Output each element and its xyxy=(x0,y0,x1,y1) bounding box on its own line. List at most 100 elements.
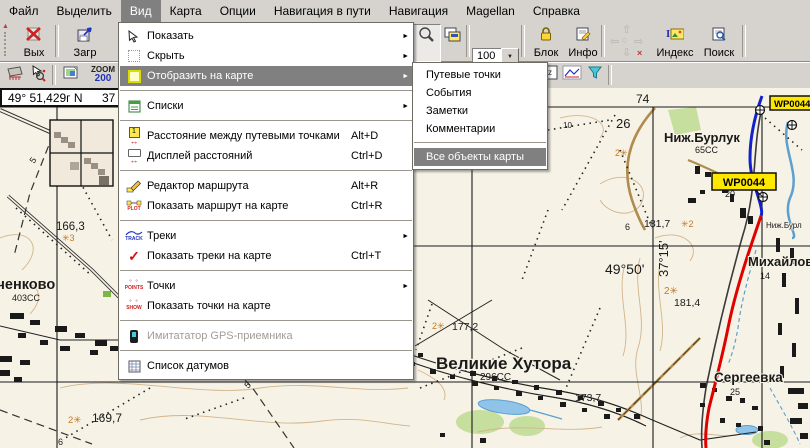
lock-button[interactable]: Блок xyxy=(526,24,566,60)
menu-item-tracks[interactable]: TRACK Треки ► xyxy=(120,226,412,246)
pan-down-icon: ⇩ xyxy=(622,46,631,59)
route-editor-pencil-icon xyxy=(121,180,147,193)
number-14: 14 xyxy=(760,271,770,281)
datum-table-icon xyxy=(121,360,147,373)
pan-arrows-control: ⇧ ⇦ ⇨ ○ ⇩ × xyxy=(606,25,648,59)
measure-button[interactable] xyxy=(2,64,28,88)
windmill-symbol-a: ✳2 xyxy=(681,219,694,229)
latitude-grid-label: 49°50' xyxy=(605,261,644,277)
grid-number-74: 74 xyxy=(636,92,650,106)
info-page-icon xyxy=(574,25,592,42)
toolbar-drag-handle[interactable]: ▲ xyxy=(3,25,9,57)
overlapping-pages-icon xyxy=(443,25,461,42)
info-button[interactable]: Инфо xyxy=(563,24,603,60)
submenu-arrow-icon: ► xyxy=(397,103,411,110)
funnel-icon xyxy=(587,65,603,84)
number-20: 20 xyxy=(725,189,735,199)
grid-number-26: 26 xyxy=(616,116,630,131)
menu-options[interactable]: Опции xyxy=(211,0,265,22)
menu-magellan[interactable]: Magellan xyxy=(457,0,524,22)
maps-button[interactable] xyxy=(438,24,466,60)
windmill-symbol-b: 2✳ xyxy=(615,148,628,158)
menu-item-show[interactable]: Показать ► xyxy=(120,26,412,46)
waypoint-label-wp0044-top[interactable]: WP0044 xyxy=(774,99,810,110)
display-on-map-submenu: Путевые точки События Заметки Комментари… xyxy=(412,62,548,170)
menu-item-hide[interactable]: Скрыть ► xyxy=(120,46,412,66)
pointer-zoom-button[interactable] xyxy=(26,64,52,88)
menu-navigation[interactable]: Навигация xyxy=(380,0,457,22)
windmill-symbol-d: ✳3 xyxy=(62,233,75,243)
village-ochenkovo-pop: 403СС xyxy=(12,293,41,303)
magnifier-preview xyxy=(50,120,113,186)
submenu-arrow-icon: ► xyxy=(397,73,411,80)
elevation-181-4: 181,4 xyxy=(674,297,700,309)
number-10: 10 xyxy=(563,121,572,130)
track-icon: TRACK xyxy=(121,230,147,242)
search-button[interactable]: Поиск xyxy=(698,24,740,60)
village-nizh-burluk: Ниж.Бурлук xyxy=(664,130,740,145)
yellow-square-icon xyxy=(121,70,147,83)
menu-item-show-route[interactable]: PLOT Показать маршрут на карте Ctrl+R xyxy=(120,196,412,216)
elevation-173-7: 173,7 xyxy=(575,392,601,404)
menu-item-waypoint-distance[interactable]: 1 ↔ Расстояние между путевыми точками Al… xyxy=(120,126,412,146)
index-label: Индекс xyxy=(657,48,694,59)
submenu-item-comments[interactable]: Комментарии xyxy=(414,120,546,138)
boundary-number-5a: 5 xyxy=(27,155,38,165)
menu-help[interactable]: Справка xyxy=(524,0,589,22)
submenu-arrow-icon: ► xyxy=(397,233,411,240)
elevation-177-2: 177,2 xyxy=(452,321,478,333)
picture-icon xyxy=(62,65,80,84)
handle-arrow-icon: ▲ xyxy=(2,23,9,30)
longitude-grid-label: 37°15' xyxy=(656,240,671,277)
windmill-symbol-c: 2✳ xyxy=(664,286,678,297)
number-25: 25 xyxy=(730,387,740,397)
village-nizh-burluk-pop: 65СС xyxy=(695,145,719,155)
submenu-item-all-map-objects[interactable]: Все объекты карты xyxy=(414,148,546,166)
menu-file[interactable]: Файл xyxy=(0,0,48,22)
waypoint-label-wp0044[interactable]: WP0044 xyxy=(723,177,766,189)
info-label: Инфо xyxy=(568,48,597,59)
pan-close-icon[interactable]: × xyxy=(637,48,642,58)
boundary-number-6b: 6 xyxy=(58,437,63,447)
menu-view[interactable]: Вид xyxy=(121,0,161,22)
menu-item-route-editor[interactable]: Редактор маршрута Alt+R xyxy=(120,176,412,196)
zoom-scale-value: 200 xyxy=(88,74,118,84)
image-button[interactable] xyxy=(57,64,85,88)
elevation-166-3: 166,3 xyxy=(56,221,85,233)
distance-display-icon: ↔ xyxy=(121,149,147,164)
menu-item-datum-list[interactable]: Список датумов xyxy=(120,356,412,376)
submenu-item-notes[interactable]: Заметки xyxy=(414,102,546,120)
search-label: Поиск xyxy=(704,48,734,59)
magnifier-button[interactable] xyxy=(411,24,441,62)
elevation-181-7: 181,7 xyxy=(644,218,670,230)
menu-item-points[interactable]: ° ° POINTS Точки ► xyxy=(120,276,412,296)
exit-button[interactable]: Вых xyxy=(12,24,56,60)
padlock-icon xyxy=(537,25,555,42)
menubar: Файл Выделить Вид Карта Опции Навигация … xyxy=(0,0,810,22)
latitude-value: 49° 51,429г N xyxy=(8,91,83,105)
village-velikie-pop: 296СС xyxy=(480,372,511,383)
pan-left-icon: ⇦ xyxy=(610,35,619,48)
show-points-icon: ° ° SHOW xyxy=(121,301,147,311)
lock-label: Блок xyxy=(534,48,559,59)
submenu-item-events[interactable]: События xyxy=(414,84,546,102)
index-button[interactable]: I Индекс xyxy=(650,24,700,60)
village-velikie-khutora: Великие Хутора xyxy=(436,354,572,373)
menu-select[interactable]: Выделить xyxy=(48,0,121,22)
distance-one-icon: 1 ↔ xyxy=(121,127,147,145)
filter-button[interactable] xyxy=(582,64,608,88)
road-number-6: 6 xyxy=(625,222,630,232)
menu-item-lists[interactable]: Списки ► xyxy=(120,96,412,116)
menu-route-navigation[interactable]: Навигация в пути xyxy=(265,0,380,22)
village-nizh-burluk-lower: Ниж.Бурл xyxy=(766,221,802,230)
load-button[interactable]: Загр xyxy=(61,24,109,60)
submenu-item-waypoints[interactable]: Путевые точки xyxy=(414,66,546,84)
menu-item-show-points[interactable]: ° ° SHOW Показать точки на карте xyxy=(120,296,412,316)
track-red xyxy=(706,216,761,448)
menu-item-distance-display[interactable]: ↔ Дисплей расстояний Ctrl+D xyxy=(120,146,412,166)
menu-item-show-tracks[interactable]: ✓ Показать треки на карте Ctrl+T xyxy=(120,246,412,266)
windmill-symbol-f: 2✳ xyxy=(68,415,81,426)
index-image-icon: I xyxy=(666,25,684,42)
menu-map[interactable]: Карта xyxy=(161,0,211,22)
menu-item-display-on-map[interactable]: Отобразить на карте ► xyxy=(120,66,412,86)
